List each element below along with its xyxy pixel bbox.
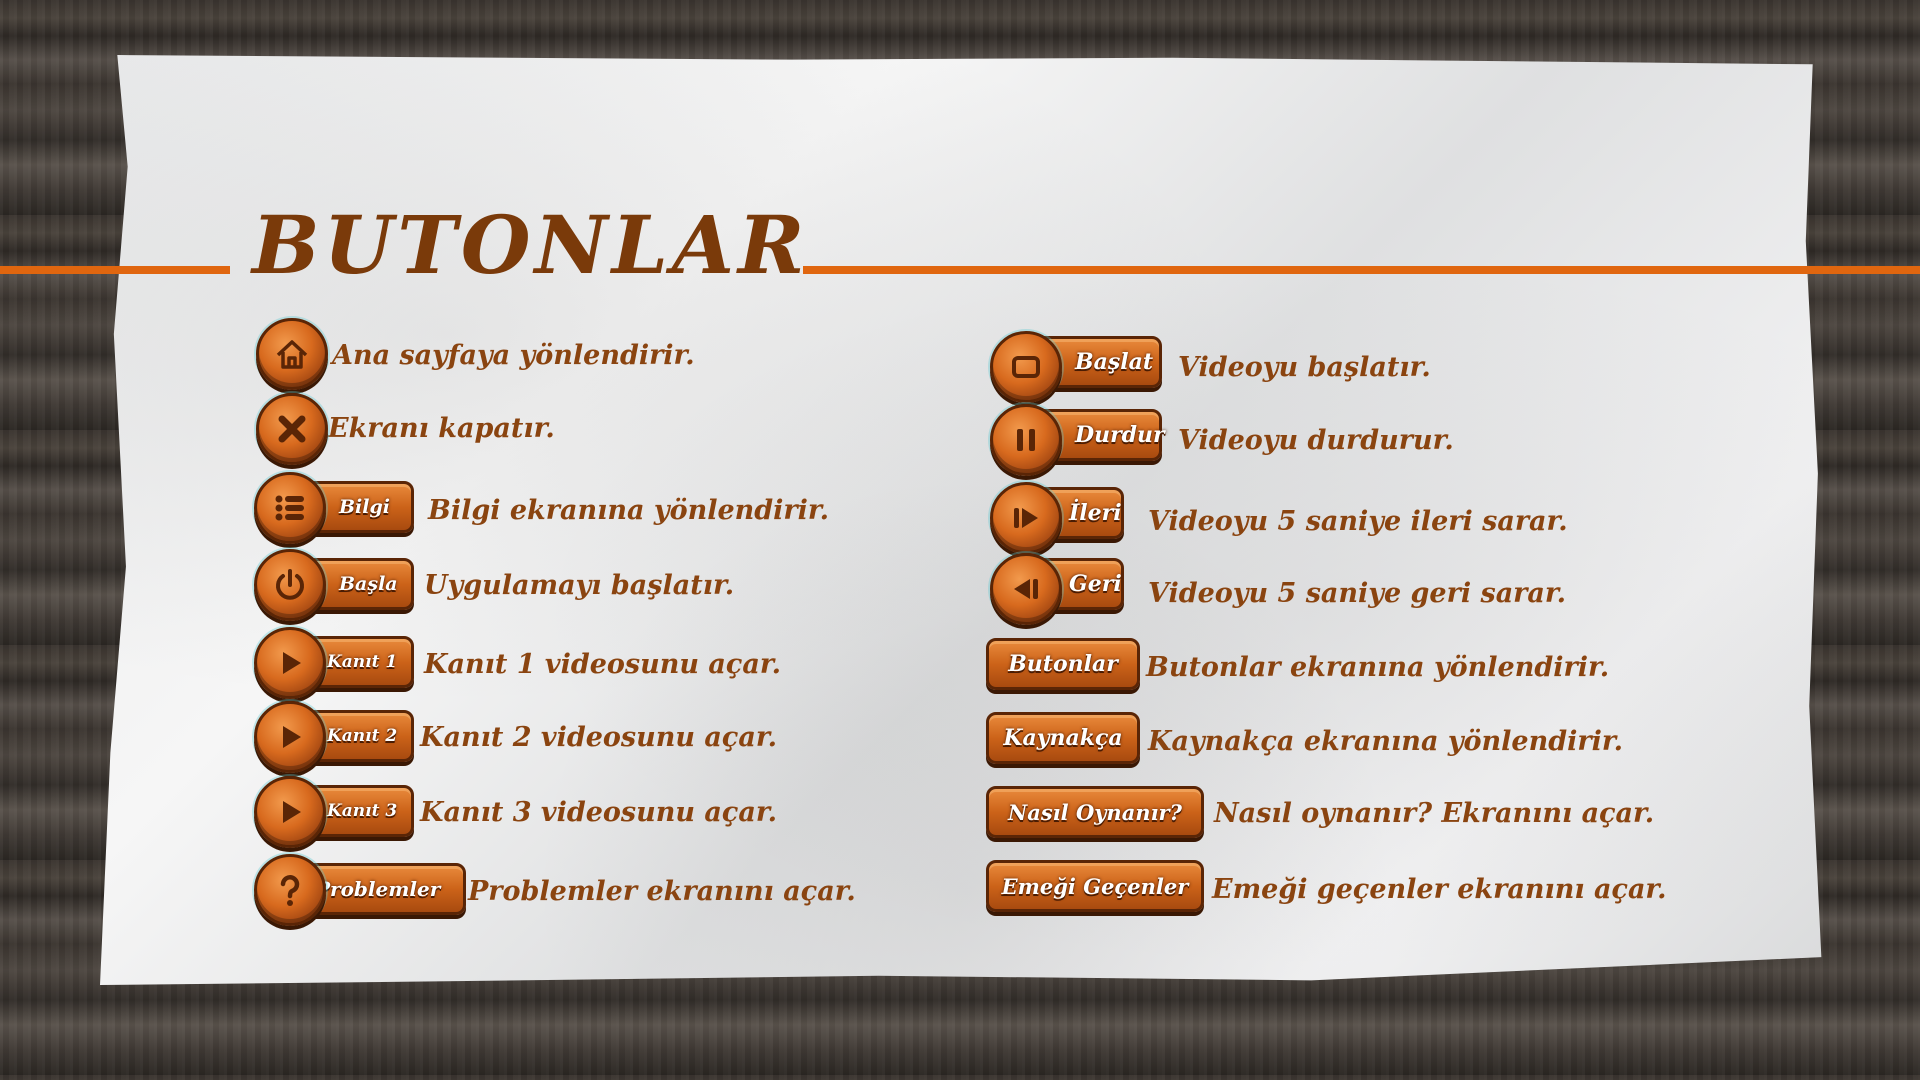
problems-button-icon[interactable]: [254, 854, 326, 926]
video-rewind-description: Videoyu 5 saniye geri sarar.: [1148, 578, 1567, 609]
title-rule-right: [803, 266, 1920, 274]
list-icon: [275, 495, 304, 521]
home-icon: [276, 340, 308, 369]
close-description: Ekranı kapatır.: [328, 413, 555, 444]
start-button-icon[interactable]: [254, 549, 326, 621]
buttons-screen-description: Butonlar ekranına yönlendirir.: [1146, 652, 1610, 683]
rewind-icon: [1014, 579, 1038, 599]
credits-description: Emeği geçenler ekranını açar.: [1212, 874, 1667, 905]
play-icon: [283, 801, 301, 823]
how-to-play-button[interactable]: Nasıl Oynanır?: [986, 786, 1204, 838]
evidence-3-description: Kanıt 3 videosunu açar.: [420, 797, 777, 828]
pause-icon: [1017, 429, 1035, 451]
credits-button[interactable]: Emeği Geçenler: [986, 860, 1204, 912]
references-description: Kaynakça ekranına yönlendirir.: [1148, 726, 1623, 757]
video-rewind-button-icon[interactable]: [990, 553, 1062, 625]
evidence-3-button-icon[interactable]: [254, 776, 326, 848]
start-description: Uygulamayı başlatır.: [424, 570, 735, 601]
video-pause-button-icon[interactable]: [990, 404, 1062, 476]
video-start-button-icon[interactable]: [990, 331, 1062, 403]
title-rule-left: [0, 266, 230, 274]
play-icon: [283, 726, 301, 748]
home-description: Ana sayfaya yönlendirir.: [332, 340, 695, 371]
close-button[interactable]: [256, 393, 328, 465]
evidence-1-description: Kanıt 1 videosunu açar.: [424, 649, 781, 680]
problems-description: Problemler ekranını açar.: [468, 876, 856, 907]
home-button[interactable]: [256, 318, 328, 390]
video-forward-button-icon[interactable]: [990, 482, 1062, 554]
buttons-screen-button[interactable]: Butonlar: [986, 638, 1140, 690]
question-icon: [280, 875, 300, 906]
references-button[interactable]: Kaynakça: [986, 712, 1140, 764]
video-start-description: Videoyu başlatır.: [1178, 352, 1431, 383]
evidence-2-button-icon[interactable]: [254, 701, 326, 773]
video-forward-description: Videoyu 5 saniye ileri sarar.: [1148, 506, 1568, 537]
page-title: BUTONLAR: [252, 198, 809, 292]
info-button-icon[interactable]: [254, 472, 326, 544]
evidence-1-button-icon[interactable]: [254, 627, 326, 699]
play-icon: [283, 652, 301, 674]
video-pause-description: Videoyu durdurur.: [1178, 425, 1454, 456]
close-icon: [278, 415, 306, 443]
how-to-play-description: Nasıl oynanır? Ekranını açar.: [1214, 798, 1655, 829]
stop-icon: [1012, 356, 1040, 378]
evidence-2-description: Kanıt 2 videosunu açar.: [420, 722, 777, 753]
forward-icon: [1014, 508, 1038, 528]
info-description: Bilgi ekranına yönlendirir.: [428, 495, 830, 526]
power-icon: [276, 569, 304, 600]
